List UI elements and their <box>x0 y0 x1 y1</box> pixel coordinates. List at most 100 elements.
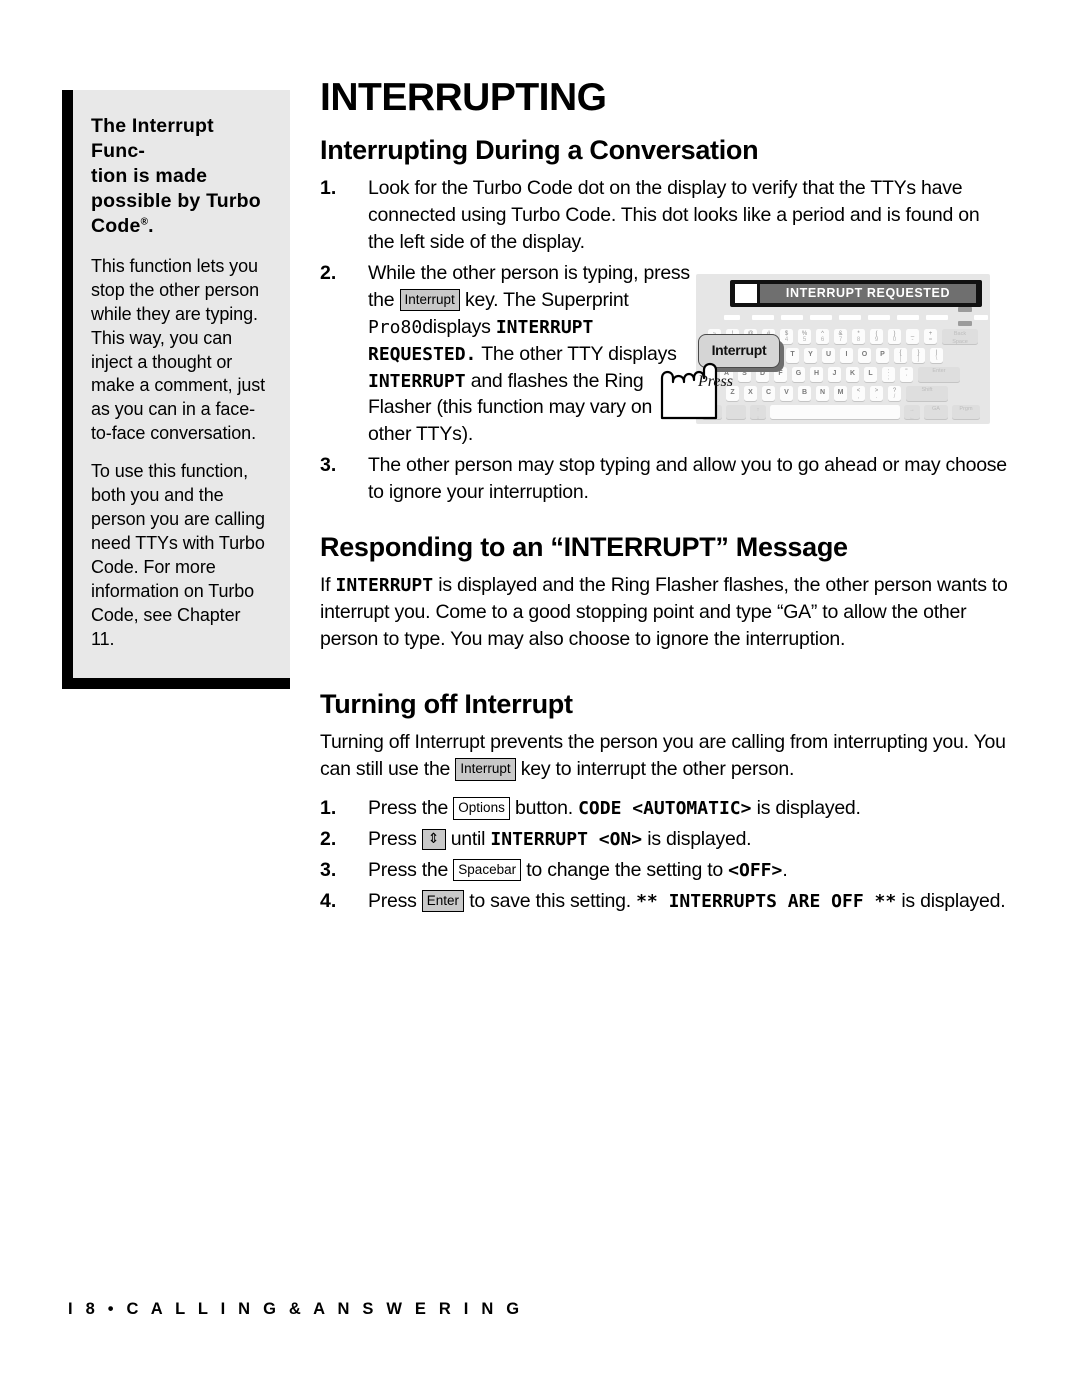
key-n[interactable]: N <box>816 386 829 401</box>
interrupt-keycap[interactable]: Interrupt <box>399 288 460 312</box>
key-6[interactable]: ^ 6 <box>816 329 829 344</box>
key-k[interactable]: K <box>846 367 859 382</box>
key-bracket-left[interactable]: {[ <box>894 348 907 363</box>
sidebar-note-heading-line-3: possible by Turbo <box>91 189 261 212</box>
section-heading-turning-off: Turning off Interrupt <box>320 689 573 720</box>
step-mid-text: button. <box>515 797 573 820</box>
key-y[interactable]: Y <box>804 348 817 363</box>
responding-pre-text: If <box>320 574 331 597</box>
list-item: 2. Press ⇕ until INTERRUPT <ON> is displ… <box>320 826 1010 853</box>
step-mid-text: until <box>450 828 486 851</box>
list-item: 3. Press the Spacebar to change the sett… <box>320 857 1010 884</box>
step2-mid3-text: The other TTY displays <box>481 342 677 365</box>
sidebar-note-paragraph-2: To use this function, both you and the p… <box>91 461 265 649</box>
options-keycap[interactable]: Options <box>453 797 510 820</box>
sidebar-note-heading-line-2: tion is made <box>91 164 208 187</box>
step-post-text: is displayed. <box>756 797 861 820</box>
key-v[interactable]: V <box>780 386 793 401</box>
lcd-text-interrupt-on: INTERRUPT <ON> <box>490 829 643 851</box>
key-j[interactable]: J <box>828 367 841 382</box>
step-number: 3. <box>320 454 337 477</box>
step-post-text: . <box>782 858 788 881</box>
key-0[interactable]: ) 0 <box>888 329 901 344</box>
key-minus[interactable]: _ - <box>906 329 919 344</box>
sidebar-note-heading: The Interrupt Func- tion is made possibl… <box>91 114 268 239</box>
lcd-text-off: <OFF> <box>728 859 783 881</box>
step-pre-text: Press the <box>368 858 449 881</box>
steps-list-turning-off: 1. Press the Options button. CODE <AUTOM… <box>320 795 1010 915</box>
step-number: 2. <box>320 261 337 284</box>
key-m[interactable]: M <box>834 386 847 401</box>
key-left-right-arrow[interactable]: → ← <box>904 405 920 419</box>
step-text: Press ⇕ until INTERRUPT <ON> is displaye… <box>368 826 1010 853</box>
key-p[interactable]: P <box>876 348 889 363</box>
turning-off-intro: Turning off Interrupt prevents the perso… <box>320 729 1010 783</box>
section-heading-responding: Responding to an “INTERRUPT” Message <box>320 532 848 563</box>
step2-mid-text: key. The Superprint <box>464 288 629 311</box>
registered-trademark-icon: ® <box>140 216 149 228</box>
sidebar-note-heading-line-1: The Interrupt Func- <box>91 115 214 162</box>
step-mid-text: to save this setting. <box>469 889 631 912</box>
key-t[interactable]: T <box>786 348 799 363</box>
step-number: 3. <box>320 858 337 881</box>
key-shift[interactable]: Shift <box>906 386 948 401</box>
key-7[interactable]: & 7 <box>834 329 847 344</box>
step2-mid2-text: displays <box>422 315 491 338</box>
key-slash[interactable]: ? / <box>888 386 901 401</box>
key-comma[interactable]: <, <box>852 386 865 401</box>
step-text: Press the Options button. CODE <AUTOMATI… <box>368 795 1010 822</box>
key-5[interactable]: % 5 <box>798 329 811 344</box>
step-text: The other person may stop typing and all… <box>368 454 1007 504</box>
sidebar-note-heading-line-4: Code <box>91 214 141 237</box>
key-period[interactable]: >. <box>870 386 883 401</box>
lcd-text-interrupts-are-off: ** INTERRUPTS ARE OFF ** <box>636 890 897 912</box>
key-bracket-right[interactable]: }] <box>912 348 925 363</box>
list-item: 3. The other person may stop typing and … <box>320 452 1010 506</box>
lcd-screen-text: INTERRUPT REQUESTED <box>760 284 976 303</box>
key-9[interactable]: (9 <box>870 329 883 344</box>
enter-keycap[interactable]: Enter <box>421 889 465 913</box>
key-equals[interactable]: + = <box>924 329 937 344</box>
sidebar-note-box: The Interrupt Func- tion is made possibl… <box>62 90 290 689</box>
key-semicolon[interactable]: :; <box>882 367 895 382</box>
step-post-text: is displayed. <box>901 889 1006 912</box>
list-item: 4. Press Enter to save this setting. ** … <box>320 888 1010 915</box>
step-number: 2. <box>320 828 337 851</box>
step-mid-text: to change the setting to <box>526 858 723 881</box>
step-post-text: is displayed. <box>647 828 752 851</box>
key-enter[interactable]: Enter <box>918 367 960 382</box>
page-footer: I 8 • C A L L I N G & A N S W E R I N G <box>68 1300 524 1318</box>
key-l[interactable]: L <box>864 367 877 382</box>
key-quote[interactable]: " ' <box>900 367 913 382</box>
key-prgm[interactable]: Prgm <box>952 405 980 419</box>
step-text: While the other person is typing, press … <box>368 260 698 448</box>
step-pre-text: Press the <box>368 797 449 820</box>
spacebar-keycap[interactable]: Spacebar <box>453 858 522 882</box>
key-h[interactable]: H <box>810 367 823 382</box>
interrupt-keycap[interactable]: Interrupt <box>455 758 516 781</box>
model-name: Pro80 <box>368 316 423 338</box>
key-i[interactable]: I <box>840 348 853 363</box>
turning-off-intro-post: key to interrupt the other person. <box>520 758 795 781</box>
up-down-arrow-keycap[interactable]: ⇕ <box>421 829 446 851</box>
key-o[interactable]: O <box>858 348 871 363</box>
key-8[interactable]: * 8 <box>852 329 865 344</box>
press-label: Press <box>698 373 733 390</box>
step-number: 1. <box>320 177 337 200</box>
key-b[interactable]: B <box>798 386 811 401</box>
key-c[interactable]: C <box>762 386 775 401</box>
key-backspace[interactable]: Back Space <box>942 329 978 344</box>
lcd-text-interrupt: INTERRUPT <box>368 370 466 392</box>
key-u[interactable]: U <box>822 348 835 363</box>
list-item: 1. Look for the Turbo Code dot on the di… <box>320 175 1010 256</box>
key-g[interactable]: G <box>792 367 805 382</box>
lcd-text-interrupt: INTERRUPT <box>335 575 434 597</box>
step-pre-text: Press <box>368 889 417 912</box>
key-ga[interactable]: GA <box>924 405 948 419</box>
key-spacebar[interactable] <box>770 405 900 419</box>
key-backslash[interactable]: | \ <box>930 348 943 363</box>
step-number: 1. <box>320 797 337 820</box>
step-text: Look for the Turbo Code dot on the displ… <box>368 177 980 254</box>
step-number: 4. <box>320 889 337 912</box>
section-heading-interrupting-during: Interrupting During a Conversation <box>320 135 759 165</box>
